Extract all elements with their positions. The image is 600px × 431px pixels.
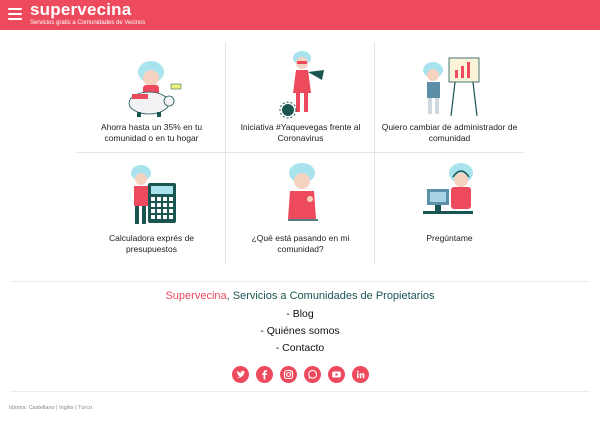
link-quienes-somos[interactable]: - Quiénes somos bbox=[260, 325, 339, 337]
language-turco[interactable]: Turco bbox=[78, 405, 92, 411]
tile-label: Calculadora exprés de presupuestos bbox=[108, 233, 195, 254]
twitter-icon[interactable] bbox=[232, 366, 249, 383]
youtube-icon[interactable] bbox=[328, 366, 345, 383]
tile-label: Iniciativa #Yaquevegas frente al Coronav… bbox=[240, 122, 361, 143]
section-divider bbox=[10, 281, 590, 282]
footer-title: Supervecina, Servicios a Comunidades de … bbox=[0, 290, 600, 302]
tile-cambiar-administrador[interactable]: Quiero cambiar de administrador de comun… bbox=[375, 42, 524, 153]
language-separator: | bbox=[56, 405, 58, 411]
brand-logo[interactable]: supervecina bbox=[30, 0, 131, 20]
facebook-icon[interactable] bbox=[256, 366, 273, 383]
superhero-illustration bbox=[279, 51, 324, 119]
link-blog[interactable]: - Blog bbox=[286, 308, 313, 320]
footer-link-contacto: - Contacto bbox=[0, 342, 600, 354]
menu-icon[interactable] bbox=[8, 8, 22, 20]
tile-label: Ahorra hasta un 35% en tu comunidad o en… bbox=[100, 122, 203, 143]
language-prefix: Idioma: bbox=[9, 405, 28, 411]
footer-link-quienes: - Quiénes somos bbox=[0, 325, 600, 337]
language-separator: | bbox=[75, 405, 77, 411]
linkedin-icon[interactable] bbox=[352, 366, 369, 383]
whatsapp-icon[interactable] bbox=[304, 366, 321, 383]
brand-tagline: Servicios gratis a Comunidades de Vecino… bbox=[30, 20, 146, 26]
footer-brand: Supervecina bbox=[165, 290, 227, 302]
tile-calculadora[interactable]: Calculadora exprés de presupuestos bbox=[77, 153, 226, 264]
tile-yaquevegas[interactable]: Iniciativa #Yaquevegas frente al Coronav… bbox=[226, 42, 375, 153]
calculator-illustration bbox=[131, 165, 176, 224]
footer-divider bbox=[10, 391, 590, 392]
presentation-board-illustration bbox=[423, 57, 480, 117]
language-castellano[interactable]: Castellano bbox=[29, 405, 55, 411]
piggy-bank-illustration bbox=[128, 61, 182, 117]
tile-que-pasa[interactable]: ¿Qué está pasando en mi comunidad? bbox=[226, 153, 375, 264]
operator-headset-illustration bbox=[423, 163, 473, 214]
footer-link-blog: - Blog bbox=[0, 308, 600, 320]
language-selector: Idioma: Castellano | Inglés | Turco bbox=[9, 405, 92, 411]
language-ingles[interactable]: Inglés bbox=[59, 405, 74, 411]
instagram-icon[interactable] bbox=[280, 366, 297, 383]
social-icons bbox=[232, 366, 372, 384]
tile-ahorra[interactable]: Ahorra hasta un 35% en tu comunidad o en… bbox=[77, 42, 226, 153]
services-grid: Ahorra hasta un 35% en tu comunidad o en… bbox=[77, 42, 523, 264]
link-contacto[interactable]: - Contacto bbox=[276, 342, 324, 354]
tile-label: ¿Qué está pasando en mi comunidad? bbox=[251, 233, 350, 254]
tile-preguntame[interactable]: Pregúntame bbox=[375, 153, 524, 264]
footer-title-text: , Servicios a Comunidades de Propietario… bbox=[226, 290, 435, 302]
tile-label: Quiero cambiar de administrador de comun… bbox=[381, 122, 518, 143]
thinking-illustration bbox=[288, 163, 318, 221]
top-bar: supervecina Servicios gratis a Comunidad… bbox=[0, 0, 600, 30]
tile-label: Pregúntame bbox=[426, 233, 473, 243]
